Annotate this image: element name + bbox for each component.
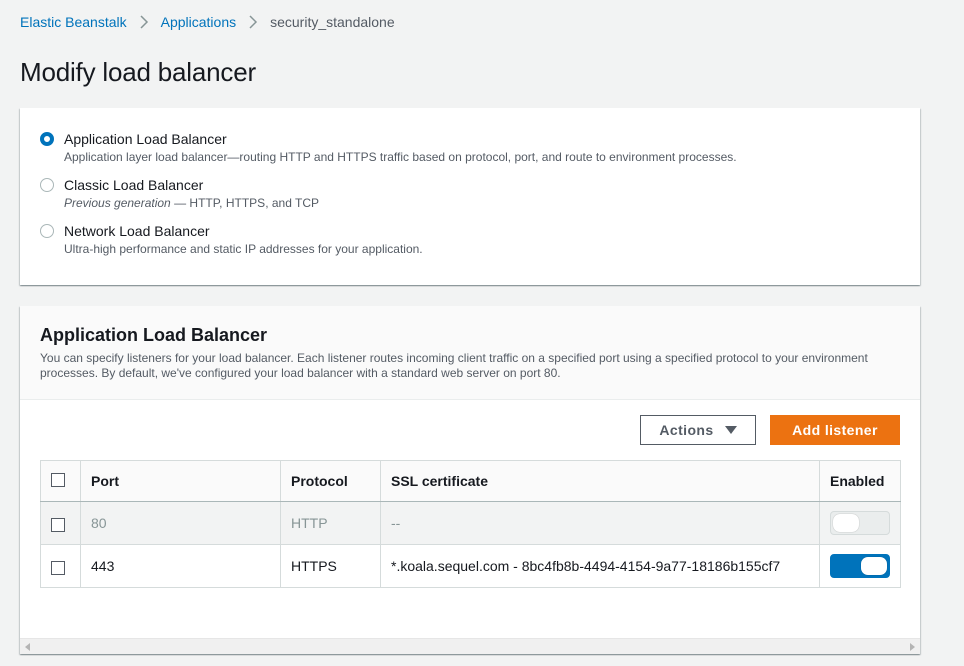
panel-description: You can specify listeners for your load … — [40, 351, 868, 380]
radio-option-title: Classic Load Balancer — [64, 177, 204, 193]
radio-button[interactable] — [40, 178, 54, 192]
radio-button-checked[interactable] — [40, 132, 54, 146]
radio-option-description: Ultra-high performance and static IP add… — [64, 242, 423, 256]
breadcrumb-applications[interactable]: Applications — [161, 14, 237, 30]
row-select-cell — [40, 544, 81, 588]
radio-option-title: Network Load Balancer — [64, 223, 210, 239]
table-row: 80 HTTP -- — [40, 501, 901, 545]
panel-header: Application Load Balancer You can specif… — [20, 306, 920, 400]
select-all-cell — [40, 460, 81, 502]
radio-option-description: Previous generation — HTTP, HTTPS, and T… — [64, 195, 319, 211]
enabled-cell — [819, 501, 901, 545]
column-header-ssl-certificate[interactable]: SSL certificate — [380, 460, 820, 502]
ssl-certificate-cell: -- — [380, 501, 820, 545]
horizontal-scrollbar[interactable] — [20, 638, 920, 654]
scroll-right-icon[interactable] — [910, 643, 915, 651]
radio-option-description-italic: Previous generation — [64, 196, 171, 210]
port-cell: 443 — [80, 544, 281, 588]
column-header-port[interactable]: Port — [80, 460, 281, 502]
protocol-cell: HTTP — [280, 501, 381, 545]
port-cell: 80 — [80, 501, 281, 545]
column-header-enabled[interactable]: Enabled — [819, 460, 901, 502]
toggle-knob — [833, 514, 859, 532]
protocol-cell: HTTPS — [280, 544, 381, 588]
add-listener-button[interactable]: Add listener — [770, 415, 900, 445]
enabled-cell — [819, 544, 901, 588]
radio-option-description: Application layer load balancer—routing … — [64, 150, 737, 164]
radio-button[interactable] — [40, 224, 54, 238]
page-title: Modify load balancer — [20, 57, 256, 87]
row-checkbox[interactable] — [51, 560, 65, 575]
row-select-cell — [40, 501, 81, 545]
radio-option-description-rest: — HTTP, HTTPS, and TCP — [170, 196, 319, 210]
panel-title: Application Load Balancer — [40, 325, 268, 345]
radio-option-title: Application Load Balancer — [64, 131, 227, 147]
ssl-certificate-cell: *.koala.sequel.com - 8bc4fb8b-4494-4154-… — [380, 544, 820, 588]
scroll-left-icon[interactable] — [25, 643, 30, 651]
scrollbar-thumb[interactable] — [36, 642, 904, 651]
application-load-balancer-panel: Application Load Balancer You can specif… — [20, 306, 920, 654]
actions-dropdown-button[interactable]: Actions — [640, 415, 756, 445]
table-header-row: Port Protocol SSL certificate Enabled — [40, 460, 901, 502]
row-checkbox[interactable] — [51, 517, 65, 532]
enabled-toggle-off[interactable] — [830, 511, 890, 535]
breadcrumb-current: security_standalone — [270, 14, 395, 30]
column-header-protocol[interactable]: Protocol — [280, 460, 381, 502]
actions-label: Actions — [659, 422, 714, 438]
breadcrumb-elastic-beanstalk[interactable]: Elastic Beanstalk — [20, 14, 127, 30]
chevron-right-icon — [133, 13, 155, 31]
chevron-right-icon — [242, 13, 264, 31]
table-row: 443 HTTPS *.koala.sequel.com - 8bc4fb8b-… — [40, 544, 901, 588]
toggle-knob — [861, 557, 887, 575]
breadcrumb: Elastic Beanstalk Applications security_… — [20, 13, 395, 31]
load-balancer-type-panel: Application Load Balancer Application la… — [20, 108, 920, 285]
enabled-toggle-on[interactable] — [830, 554, 890, 578]
listeners-table: Port Protocol SSL certificate Enabled 80… — [40, 460, 901, 588]
select-all-checkbox[interactable] — [51, 473, 65, 488]
caret-down-icon — [724, 426, 737, 434]
